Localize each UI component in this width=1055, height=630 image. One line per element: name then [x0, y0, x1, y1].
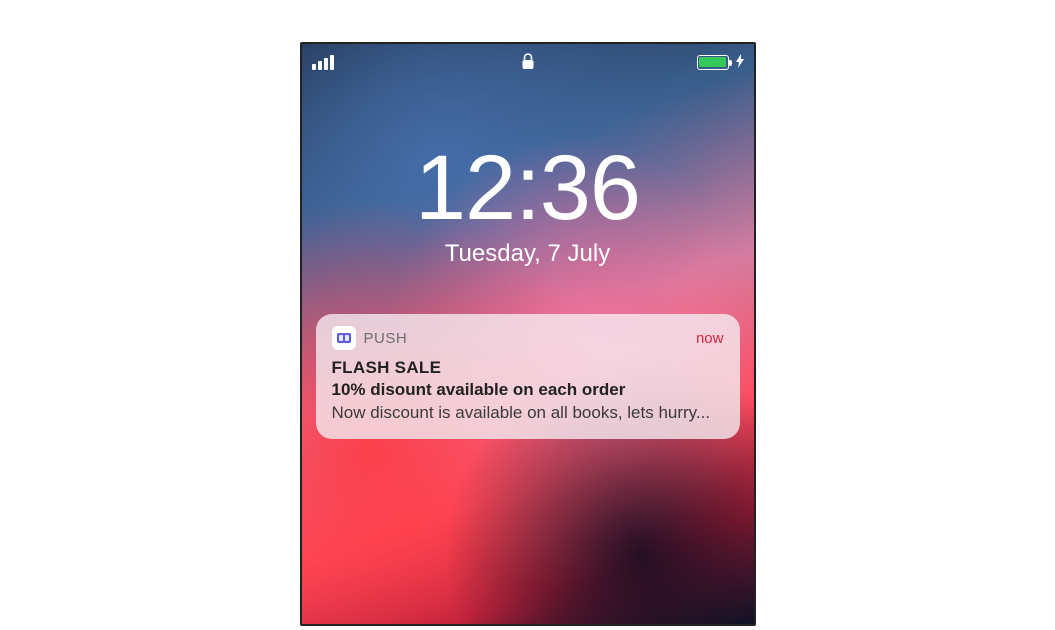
- date-label: Tuesday, 7 July: [302, 240, 754, 268]
- bolt-icon: [736, 54, 744, 70]
- status-bar: [302, 44, 754, 80]
- notification-app-name: PUSH: [364, 330, 408, 347]
- notification-title: FLASH SALE: [332, 358, 724, 378]
- battery-icon: [697, 55, 729, 70]
- cell-signal-icon: [312, 55, 334, 70]
- status-right: [697, 54, 744, 70]
- notification-body: Now discount is available on all books, …: [332, 402, 724, 425]
- notification-header: PUSH now: [332, 326, 724, 350]
- notification-timestamp: now: [696, 330, 724, 347]
- lock-icon: [521, 53, 535, 76]
- phone-lockscreen: 12:36 Tuesday, 7 July PUSH now FLASH SAL…: [300, 42, 756, 626]
- notification-subtitle: 10% disount available on each order: [332, 380, 724, 400]
- time-label: 12:36: [302, 142, 754, 234]
- push-app-icon: [332, 326, 356, 350]
- status-left: [312, 55, 334, 70]
- notification-card[interactable]: PUSH now FLASH SALE 10% disount availabl…: [316, 314, 740, 439]
- lockscreen-clock: 12:36 Tuesday, 7 July: [302, 142, 754, 268]
